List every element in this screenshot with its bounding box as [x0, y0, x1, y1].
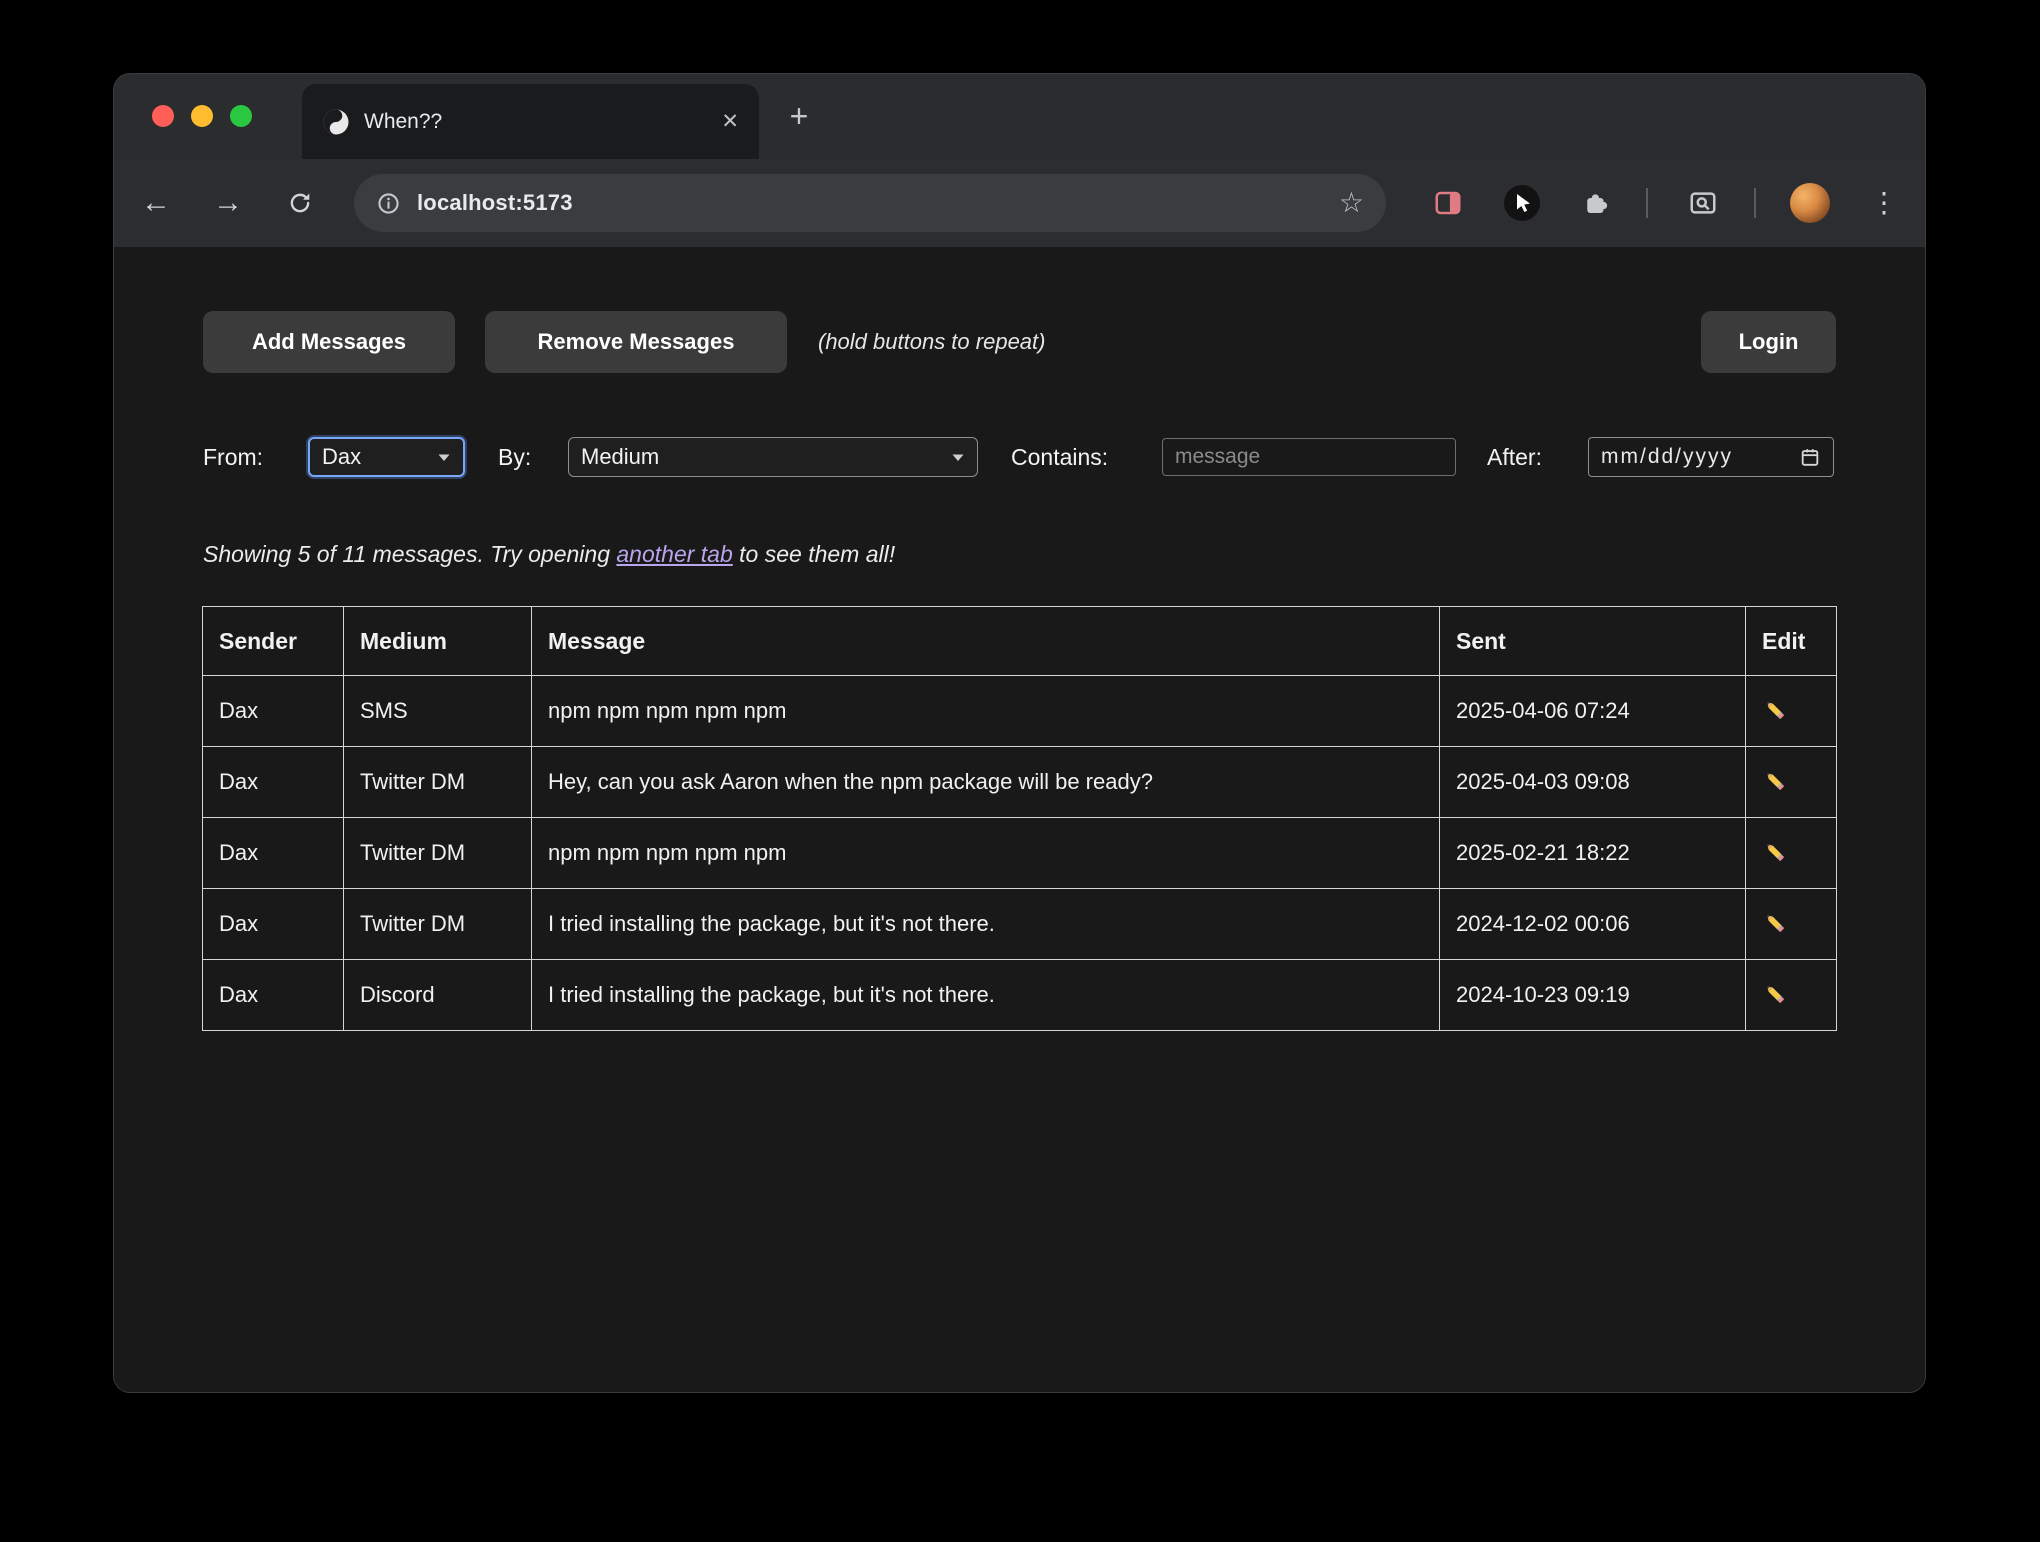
page-content: Add Messages Remove Messages (hold butto…	[114, 247, 1925, 1392]
status-after: to see them all!	[733, 541, 895, 567]
tab-close-icon[interactable]: ✕	[721, 109, 739, 134]
edit-pencil-icon[interactable]	[1762, 910, 1788, 939]
tab-favicon-icon	[322, 108, 350, 136]
new-tab-button[interactable]: +	[777, 96, 821, 136]
forward-button[interactable]: →	[206, 186, 250, 220]
after-date-input[interactable]: mm/dd/yyyy	[1588, 437, 1834, 477]
toolbar-divider	[1646, 188, 1648, 218]
edit-pencil-icon[interactable]	[1762, 697, 1788, 726]
hold-buttons-hint: (hold buttons to repeat)	[818, 311, 1045, 373]
header-edit: Edit	[1746, 607, 1837, 676]
from-label: From:	[203, 437, 263, 477]
reload-icon[interactable]	[278, 186, 322, 220]
date-placeholder: mm/dd/yyyy	[1601, 445, 1733, 469]
browser-toolbar: ← → localhost:5173 ☆	[114, 159, 1925, 247]
tab-title: When??	[364, 110, 442, 134]
table-row: Dax Twitter DM npm npm npm npm npm 2025-…	[203, 818, 1837, 889]
window-search-icon[interactable]	[1688, 188, 1718, 218]
tab-strip: When?? ✕ +	[114, 74, 1925, 159]
bookmark-star-icon[interactable]: ☆	[1339, 189, 1364, 217]
after-label: After:	[1487, 437, 1542, 477]
add-messages-button[interactable]: Add Messages	[203, 311, 455, 373]
cell-sender: Dax	[203, 676, 344, 747]
status-before: Showing 5 of 11 messages. Try opening	[203, 541, 616, 567]
header-medium: Medium	[344, 607, 532, 676]
address-bar[interactable]: localhost:5173 ☆	[354, 174, 1386, 232]
login-button[interactable]: Login	[1701, 311, 1836, 373]
cell-sent: 2024-10-23 09:19	[1440, 960, 1746, 1031]
contains-label: Contains:	[1011, 437, 1108, 477]
edit-pencil-icon[interactable]	[1762, 981, 1788, 1010]
by-select-value: Medium	[581, 444, 659, 470]
extensions-puzzle-icon[interactable]	[1581, 188, 1611, 218]
messages-table: Sender Medium Message Sent Edit Dax SMS …	[202, 606, 1837, 1031]
profile-avatar[interactable]	[1790, 183, 1830, 223]
status-text: Showing 5 of 11 messages. Try opening an…	[203, 541, 895, 568]
cell-sent: 2025-02-21 18:22	[1440, 818, 1746, 889]
cell-message: npm npm npm npm npm	[532, 818, 1440, 889]
cell-message: Hey, can you ask Aaron when the npm pack…	[532, 747, 1440, 818]
by-label: By:	[498, 437, 531, 477]
cell-sent: 2024-12-02 00:06	[1440, 889, 1746, 960]
header-sender: Sender	[203, 607, 344, 676]
desktop-background: When?? ✕ + ← →	[0, 0, 2040, 1542]
window-minimize-button[interactable]	[191, 105, 213, 127]
browser-window: When?? ✕ + ← →	[114, 74, 1925, 1392]
cursor-extension-icon[interactable]	[1503, 184, 1541, 222]
cell-sender: Dax	[203, 960, 344, 1031]
cell-message: npm npm npm npm npm	[532, 676, 1440, 747]
url-text[interactable]: localhost:5173	[417, 190, 573, 216]
browser-tab[interactable]: When?? ✕	[302, 84, 759, 159]
table-row: Dax Twitter DM I tried installing the pa…	[203, 889, 1837, 960]
side-panel-extension-icon[interactable]	[1433, 188, 1463, 218]
table-header-row: Sender Medium Message Sent Edit	[203, 607, 1837, 676]
from-select-value: Dax	[322, 444, 361, 470]
back-button[interactable]: ←	[134, 186, 178, 220]
header-sent: Sent	[1440, 607, 1746, 676]
from-select[interactable]: Dax	[308, 437, 465, 477]
by-select[interactable]: Medium	[568, 437, 978, 477]
window-zoom-button[interactable]	[230, 105, 252, 127]
cell-medium: Twitter DM	[344, 747, 532, 818]
site-info-icon[interactable]	[376, 191, 401, 216]
cell-medium: Twitter DM	[344, 889, 532, 960]
another-tab-link[interactable]: another tab	[616, 541, 732, 567]
toolbar-divider	[1754, 188, 1756, 218]
cell-medium: SMS	[344, 676, 532, 747]
calendar-icon[interactable]	[1799, 446, 1821, 468]
cell-message: I tried installing the package, but it's…	[532, 960, 1440, 1031]
cell-sender: Dax	[203, 889, 344, 960]
chevron-down-icon	[951, 453, 965, 462]
table-row: Dax Discord I tried installing the packa…	[203, 960, 1837, 1031]
edit-pencil-icon[interactable]	[1762, 768, 1788, 797]
contains-input[interactable]	[1162, 438, 1456, 476]
cell-message: I tried installing the package, but it's…	[532, 889, 1440, 960]
cell-sent: 2025-04-03 09:08	[1440, 747, 1746, 818]
chevron-down-icon	[437, 453, 451, 462]
browser-menu-icon[interactable]: ⋮	[1870, 186, 1898, 220]
cell-medium: Twitter DM	[344, 818, 532, 889]
cell-sender: Dax	[203, 747, 344, 818]
cell-medium: Discord	[344, 960, 532, 1031]
header-message: Message	[532, 607, 1440, 676]
window-close-button[interactable]	[152, 105, 174, 127]
edit-pencil-icon[interactable]	[1762, 839, 1788, 868]
table-row: Dax Twitter DM Hey, can you ask Aaron wh…	[203, 747, 1837, 818]
cell-sender: Dax	[203, 818, 344, 889]
cell-sent: 2025-04-06 07:24	[1440, 676, 1746, 747]
remove-messages-button[interactable]: Remove Messages	[485, 311, 787, 373]
table-row: Dax SMS npm npm npm npm npm 2025-04-06 0…	[203, 676, 1837, 747]
traffic-lights	[152, 105, 252, 127]
